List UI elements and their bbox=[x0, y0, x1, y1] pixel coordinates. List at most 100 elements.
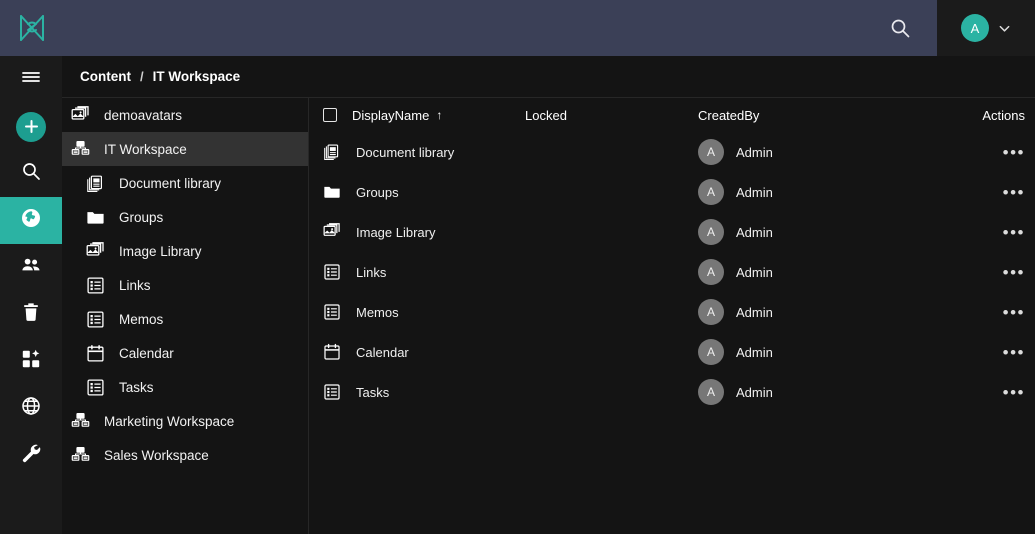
row-actions-button[interactable]: ••• bbox=[1003, 343, 1025, 362]
sidebar-item-it-workspace[interactable]: IT Workspace bbox=[62, 132, 308, 166]
sidebar-item-marketing-workspace[interactable]: Marketing Workspace bbox=[62, 404, 308, 438]
row-actions-button[interactable]: ••• bbox=[1003, 303, 1025, 322]
list-icon bbox=[323, 263, 341, 281]
list-icon bbox=[323, 303, 341, 321]
sidebar-item-document-library[interactable]: Document library bbox=[62, 166, 308, 200]
sidebar-item-links[interactable]: Links bbox=[62, 268, 308, 302]
table-row[interactable]: Groups A Admin ••• bbox=[310, 172, 1035, 212]
table-row[interactable]: Document library A Admin ••• bbox=[310, 132, 1035, 172]
rail-search[interactable] bbox=[0, 150, 62, 197]
row-actions-button[interactable]: ••• bbox=[1003, 383, 1025, 402]
app-root: A Content / IT Workspace demoavatars IT … bbox=[0, 0, 1035, 534]
table-header-row: DisplayName ↑ Locked CreatedBy Actions bbox=[310, 98, 1035, 132]
cell-created-by: A Admin bbox=[698, 259, 948, 285]
created-by-label: Admin bbox=[736, 344, 773, 360]
sidebar-item-label: Tasks bbox=[119, 379, 154, 395]
folder-icon bbox=[323, 183, 341, 201]
created-by-label: Admin bbox=[736, 384, 773, 400]
avatar: A bbox=[698, 379, 724, 405]
cell-created-by: A Admin bbox=[698, 179, 948, 205]
sidebar-item-tasks[interactable]: Tasks bbox=[62, 370, 308, 404]
cell-actions: ••• bbox=[948, 224, 1025, 241]
search-icon bbox=[20, 160, 42, 187]
table-body: Document library A Admin ••• Groups A Admin •••… bbox=[310, 132, 1035, 412]
row-actions-button[interactable]: ••• bbox=[1003, 263, 1025, 282]
rail-packages[interactable] bbox=[0, 338, 62, 385]
cell-created-by: A Admin bbox=[698, 219, 948, 245]
column-created-by-label[interactable]: CreatedBy bbox=[698, 108, 948, 123]
rail-users[interactable] bbox=[0, 244, 62, 291]
created-by-label: Admin bbox=[736, 304, 773, 320]
globe-content-icon bbox=[20, 207, 42, 234]
cell-display-name[interactable]: Links bbox=[323, 263, 525, 281]
search-icon[interactable] bbox=[889, 17, 911, 39]
create-button[interactable] bbox=[0, 103, 62, 150]
cell-actions: ••• bbox=[948, 384, 1025, 401]
row-actions-button[interactable]: ••• bbox=[1003, 183, 1025, 202]
rail-translation[interactable] bbox=[0, 385, 62, 432]
content-tree-sidebar: demoavatars IT Workspace Document library G… bbox=[62, 98, 309, 534]
sidebar-item-label: Groups bbox=[119, 209, 164, 225]
row-actions-button[interactable]: ••• bbox=[1003, 143, 1025, 162]
cell-display-name[interactable]: Groups bbox=[323, 183, 525, 201]
image-library-icon bbox=[70, 105, 90, 125]
umbraco-logo-icon[interactable] bbox=[17, 13, 47, 43]
document-library-icon bbox=[85, 173, 105, 193]
cell-display-name[interactable]: Document library bbox=[323, 143, 525, 161]
cell-display-name[interactable]: Tasks bbox=[323, 383, 525, 401]
row-name-label: Links bbox=[356, 264, 387, 280]
column-display-name-label: DisplayName bbox=[352, 107, 430, 123]
cell-display-name[interactable]: Calendar bbox=[323, 343, 525, 361]
rail-content[interactable] bbox=[0, 197, 62, 244]
table-row[interactable]: Tasks A Admin ••• bbox=[310, 372, 1035, 412]
sidebar-item-groups[interactable]: Groups bbox=[62, 200, 308, 234]
sort-ascending-icon: ↑ bbox=[436, 108, 443, 122]
cell-display-name[interactable]: Image Library bbox=[323, 223, 525, 241]
sidebar-item-memos[interactable]: Memos bbox=[62, 302, 308, 336]
created-by-label: Admin bbox=[736, 264, 773, 280]
list-icon bbox=[85, 309, 105, 329]
column-locked-label[interactable]: Locked bbox=[525, 108, 698, 123]
sidebar-item-label: Sales Workspace bbox=[104, 447, 209, 463]
breadcrumb-current[interactable]: IT Workspace bbox=[153, 69, 241, 84]
image-library-icon bbox=[323, 223, 341, 241]
calendar-icon bbox=[323, 343, 341, 361]
menu-toggle[interactable] bbox=[0, 56, 62, 103]
folder-icon bbox=[85, 207, 105, 227]
user-menu[interactable]: A bbox=[937, 0, 1035, 56]
table-row[interactable]: Calendar A Admin ••• bbox=[310, 332, 1035, 372]
breadcrumb: Content / IT Workspace bbox=[62, 56, 1035, 98]
rail-recycle-bin[interactable] bbox=[0, 291, 62, 338]
row-actions-button[interactable]: ••• bbox=[1003, 223, 1025, 242]
rail-settings[interactable] bbox=[0, 432, 62, 479]
row-name-label: Document library bbox=[356, 144, 455, 160]
workspace-icon bbox=[70, 139, 90, 159]
breadcrumb-root[interactable]: Content bbox=[80, 69, 131, 84]
sidebar-item-sales-workspace[interactable]: Sales Workspace bbox=[62, 438, 308, 472]
row-name-label: Tasks bbox=[356, 384, 390, 400]
sidebar-item-label: demoavatars bbox=[104, 107, 183, 123]
sidebar-item-demoavatars[interactable]: demoavatars bbox=[62, 98, 308, 132]
cell-created-by: A Admin bbox=[698, 299, 948, 325]
created-by-label: Admin bbox=[736, 144, 773, 160]
row-name-label: Groups bbox=[356, 184, 399, 200]
workspace-icon bbox=[70, 411, 90, 431]
users-icon bbox=[20, 254, 42, 281]
cell-display-name[interactable]: Memos bbox=[323, 303, 525, 321]
cell-actions: ••• bbox=[948, 344, 1025, 361]
table-row[interactable]: Links A Admin ••• bbox=[310, 252, 1035, 292]
document-library-icon bbox=[323, 143, 341, 161]
column-display-name[interactable]: DisplayName ↑ bbox=[323, 108, 525, 123]
avatar: A bbox=[698, 219, 724, 245]
table-row[interactable]: Memos A Admin ••• bbox=[310, 292, 1035, 332]
table-row[interactable]: Image Library A Admin ••• bbox=[310, 212, 1035, 252]
sidebar-item-calendar[interactable]: Calendar bbox=[62, 336, 308, 370]
cell-actions: ••• bbox=[948, 144, 1025, 161]
chevron-down-icon[interactable] bbox=[998, 22, 1011, 35]
sidebar-item-label: Image Library bbox=[119, 243, 202, 259]
sidebar-item-image-library[interactable]: Image Library bbox=[62, 234, 308, 268]
breadcrumb-separator: / bbox=[140, 69, 144, 84]
sidebar-item-label: Document library bbox=[119, 175, 222, 191]
select-all-checkbox[interactable] bbox=[323, 108, 337, 122]
avatar: A bbox=[698, 139, 724, 165]
